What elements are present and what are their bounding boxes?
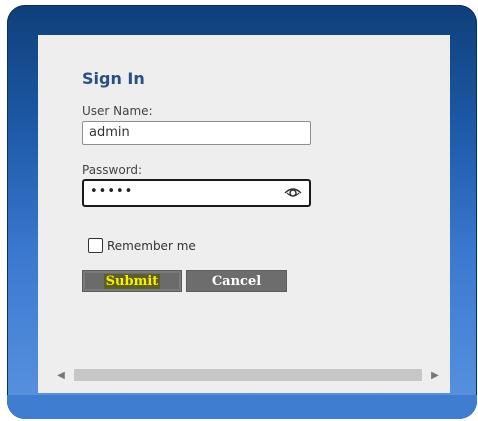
username-value: admin bbox=[89, 125, 130, 140]
signin-panel: Sign In User Name: admin Password: •••••… bbox=[38, 35, 450, 393]
submit-button[interactable]: Submit bbox=[82, 270, 182, 292]
username-field[interactable]: admin bbox=[82, 121, 311, 145]
remember-row[interactable]: Remember me bbox=[88, 238, 196, 253]
cancel-button-label: Cancel bbox=[211, 273, 262, 289]
submit-button-label: Submit bbox=[103, 273, 161, 289]
window-frame-bottom bbox=[7, 395, 477, 419]
chevron-left-icon[interactable]: ◀ bbox=[52, 366, 70, 384]
page-title: Sign In bbox=[82, 69, 145, 88]
horizontal-scrollbar[interactable]: ◀ ▶ bbox=[52, 366, 444, 384]
chevron-right-icon[interactable]: ▶ bbox=[426, 366, 444, 384]
eye-icon[interactable] bbox=[283, 184, 303, 200]
username-label: User Name: bbox=[82, 104, 153, 118]
remember-checkbox[interactable] bbox=[88, 238, 103, 253]
password-value: ••••• bbox=[90, 184, 134, 199]
scrollbar-track[interactable] bbox=[74, 369, 422, 381]
password-label: Password: bbox=[82, 163, 143, 177]
cancel-button[interactable]: Cancel bbox=[186, 270, 287, 292]
password-field[interactable]: ••••• bbox=[82, 179, 311, 207]
remember-label[interactable]: Remember me bbox=[107, 239, 196, 253]
